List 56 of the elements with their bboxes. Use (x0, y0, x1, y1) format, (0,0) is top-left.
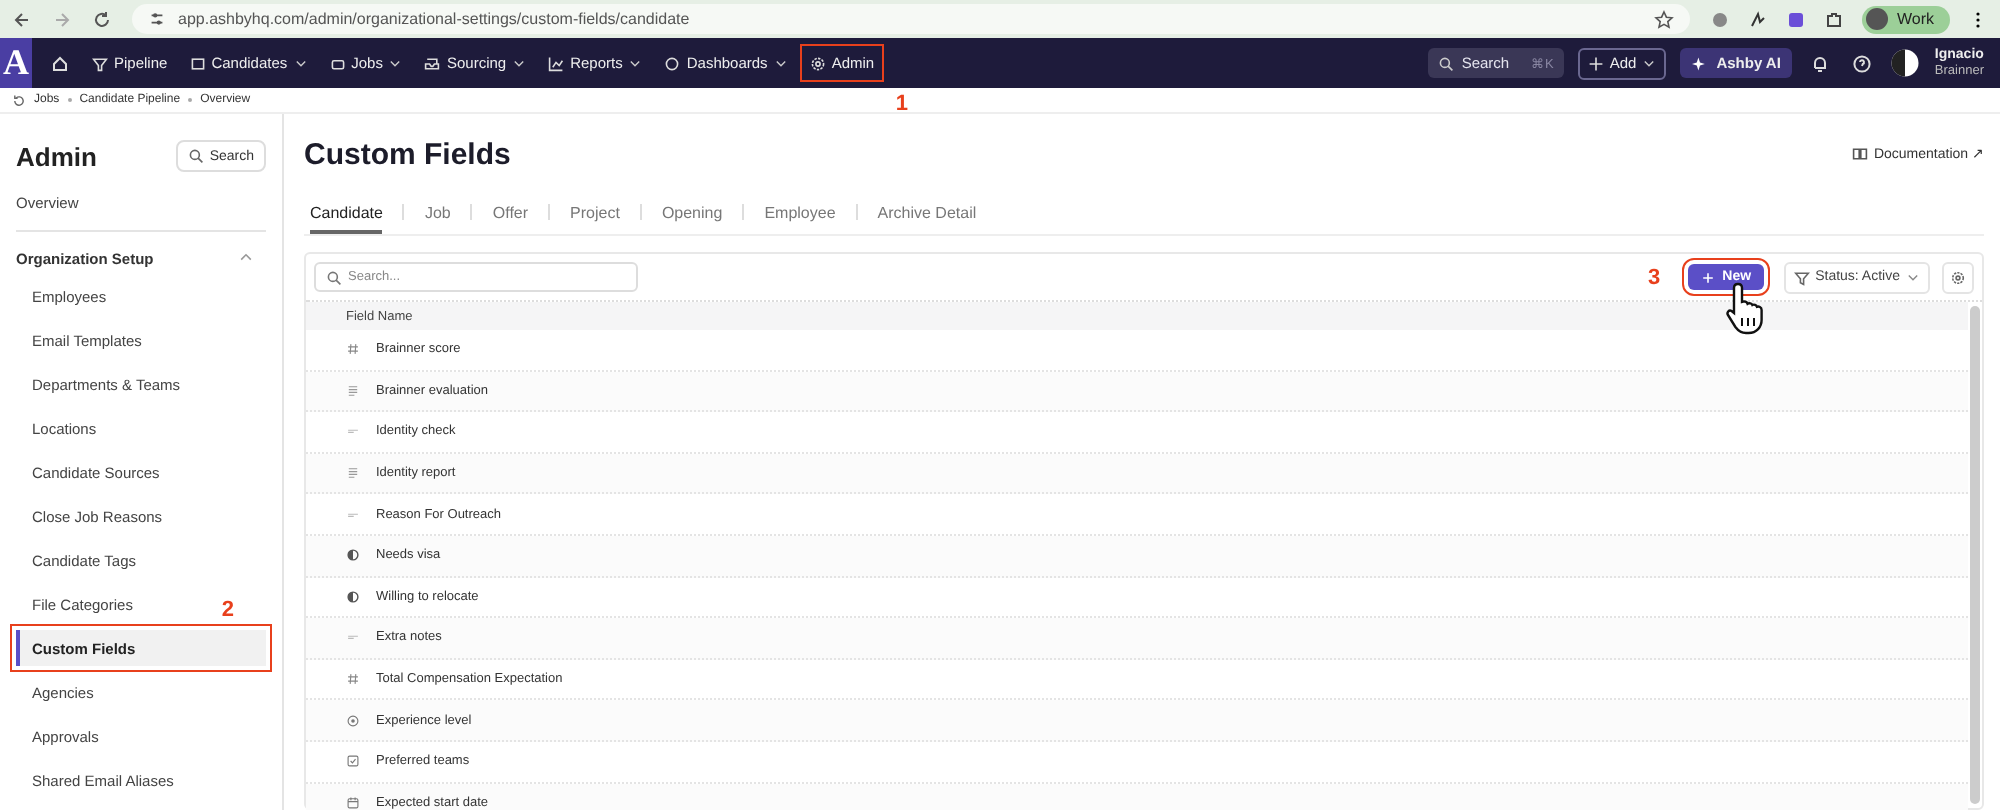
profile-button[interactable]: Work (1862, 5, 1950, 33)
caret-icon (1642, 56, 1657, 70)
tab[interactable]: Job (424, 190, 451, 234)
tab[interactable]: Project (570, 190, 620, 234)
bell-icon[interactable] (1810, 53, 1831, 73)
avatar-icon[interactable] (1890, 48, 1921, 78)
extension-icon[interactable] (1748, 9, 1769, 29)
filter-icon (1793, 269, 1810, 285)
search-icon (326, 269, 342, 285)
caret-icon (1906, 270, 1920, 284)
step-number: 2 (221, 598, 234, 622)
step-number: 3 (1648, 265, 1661, 289)
tab[interactable]: Archive Detail (877, 190, 977, 234)
paragraph-icon (346, 383, 360, 398)
tune-icon[interactable] (148, 10, 166, 28)
settings-button[interactable] (1942, 261, 1974, 293)
plus-icon (1587, 55, 1604, 71)
page-title: Custom Fields (304, 137, 511, 171)
checkbox-icon (346, 754, 360, 769)
help-icon[interactable] (1852, 53, 1873, 73)
puzzle-icon[interactable] (1824, 9, 1845, 29)
extension-icon[interactable] (1786, 9, 1807, 29)
tab[interactable]: Candidate (310, 190, 383, 234)
address-bar[interactable]: app.ashbyhq.com/admin/organizational-settings/custom-fields/candidate (132, 4, 1691, 34)
tab[interactable]: Offer (492, 190, 529, 234)
short-text-icon (346, 424, 360, 439)
filter-icon (92, 55, 108, 71)
app-logo[interactable]: A (0, 38, 32, 88)
tab[interactable]: Employee (764, 190, 836, 234)
chevron-icon[interactable] (238, 250, 254, 266)
tab[interactable]: Opening (661, 190, 723, 234)
search-icon (1437, 55, 1454, 71)
step-number: 1 (895, 92, 908, 116)
home-icon[interactable] (50, 53, 70, 73)
sidebar-title: Admin (16, 141, 97, 171)
reload-icon[interactable] (92, 9, 112, 29)
calendar-icon (346, 795, 360, 810)
hash-icon (346, 672, 360, 687)
scrollbar[interactable] (1970, 306, 1980, 804)
paragraph-icon (346, 466, 360, 481)
short-text-icon (346, 630, 360, 645)
search-icon (187, 148, 204, 164)
half-circle-icon (346, 589, 360, 604)
gear-icon (1950, 269, 1966, 285)
tray-icon (424, 55, 441, 71)
sparkle-icon (1692, 55, 1709, 71)
plus-icon (1700, 269, 1717, 285)
gear-icon (809, 55, 826, 71)
radio-icon (346, 713, 360, 728)
history-icon[interactable] (12, 93, 26, 107)
chart-icon (548, 55, 565, 71)
book-icon (1851, 146, 1868, 162)
half-circle-icon (346, 548, 360, 563)
star-icon[interactable] (1654, 9, 1675, 29)
back-icon[interactable] (12, 9, 32, 29)
hash-icon (346, 342, 360, 357)
